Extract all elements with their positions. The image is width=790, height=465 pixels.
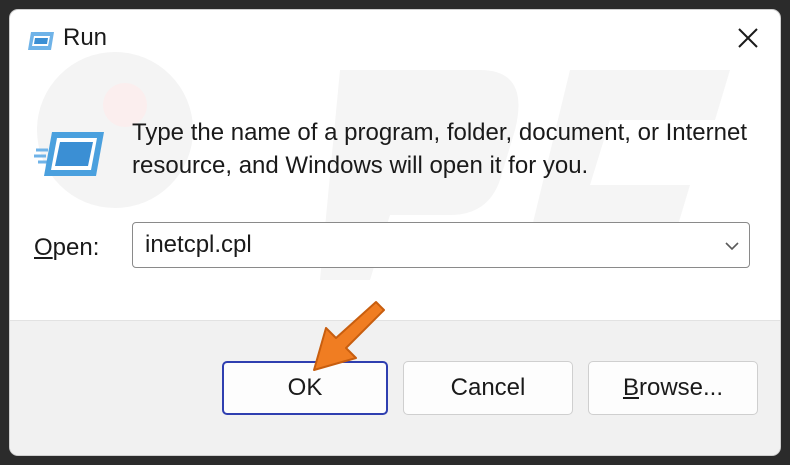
browse-button[interactable]: Browse... <box>588 361 758 415</box>
title-bar: Run <box>10 10 780 68</box>
window-title: Run <box>63 24 108 51</box>
button-bar: OK Cancel Browse... <box>10 320 780 455</box>
chevron-down-icon[interactable] <box>721 235 743 257</box>
run-program-icon <box>34 132 104 176</box>
browse-text: rowse... <box>638 374 724 401</box>
close-icon <box>738 28 758 48</box>
open-combobox[interactable] <box>132 222 750 268</box>
dialog-message: Type the name of a program, folder, docu… <box>132 119 748 179</box>
cancel-button[interactable]: Cancel <box>403 361 573 415</box>
run-dialog: Run Type the name of a program, folder, … <box>10 10 780 455</box>
open-input[interactable] <box>133 223 703 267</box>
close-button[interactable] <box>716 10 780 66</box>
open-label-accel: O <box>34 234 53 261</box>
browse-accel: B <box>622 374 639 401</box>
open-label: Open: <box>34 234 99 262</box>
open-label-text: pen: <box>52 234 100 261</box>
pointer-arrow-icon <box>313 301 385 371</box>
run-app-icon <box>28 32 54 50</box>
